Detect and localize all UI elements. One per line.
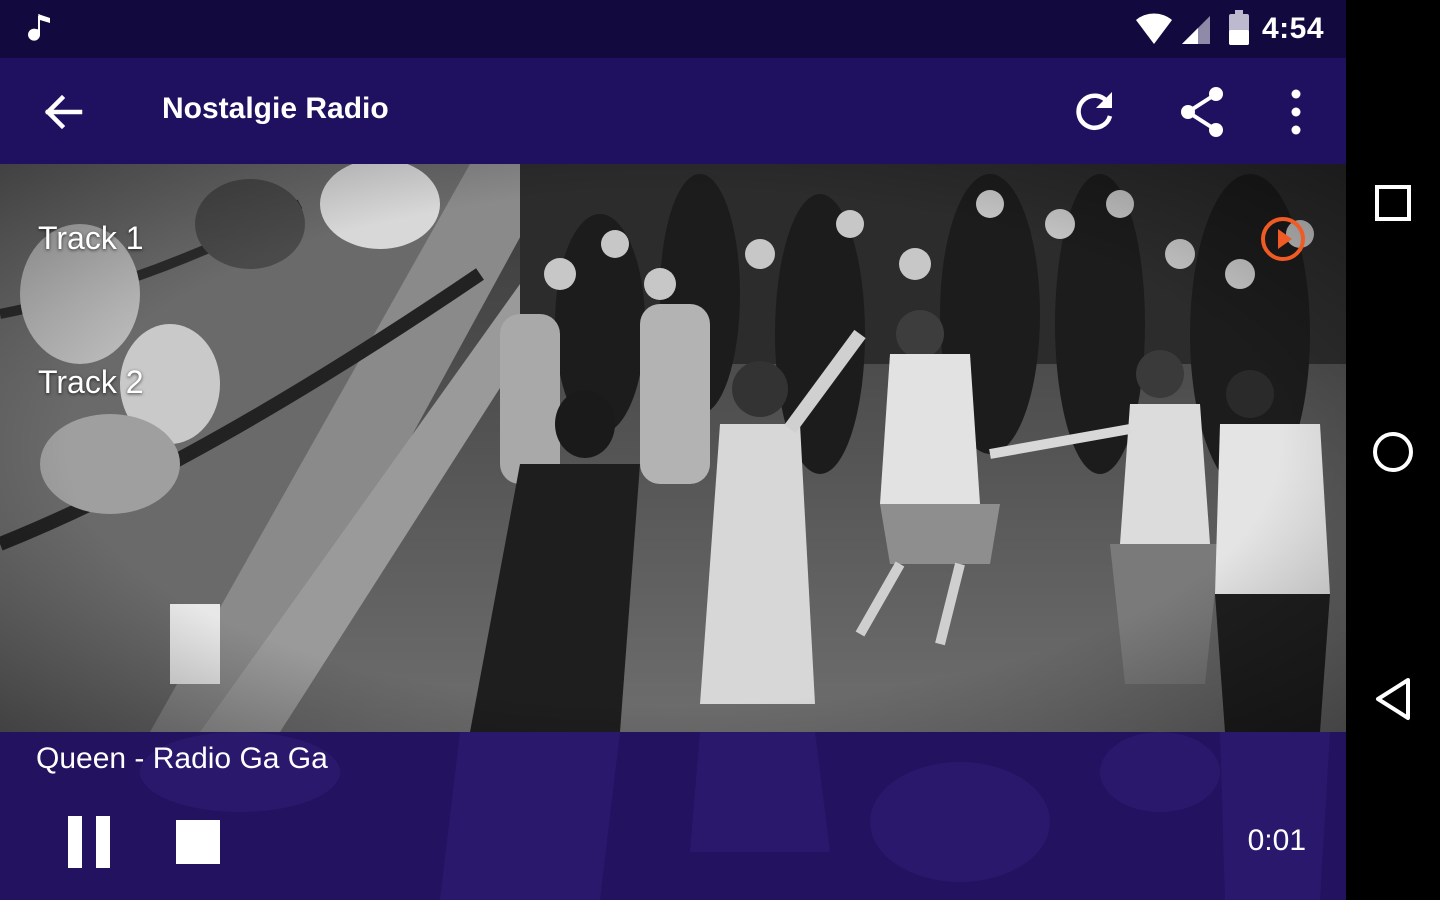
share-icon[interactable] — [1176, 84, 1228, 140]
status-clock: 4:54 — [1262, 12, 1325, 45]
home-icon[interactable] — [1371, 430, 1415, 474]
elapsed-time: 0:01 — [1247, 824, 1306, 857]
app-toolbar: Nostalgie Radio — [0, 58, 1346, 164]
battery-icon — [1229, 10, 1249, 45]
overflow-menu-icon[interactable] — [1278, 86, 1314, 138]
status-bar: 4:54 — [0, 0, 1346, 58]
page-title: Nostalgie Radio — [162, 92, 389, 125]
refresh-icon[interactable] — [1068, 86, 1120, 138]
stop-icon[interactable] — [174, 818, 222, 866]
app-screen: 4:54 Nostalgie Radio Track 1 Track 2 Que… — [0, 0, 1346, 900]
player-panel: Queen - Radio Ga Ga 0:01 — [0, 732, 1346, 900]
play-circle-icon[interactable] — [1258, 214, 1308, 264]
wifi-icon — [1136, 13, 1172, 45]
track-item[interactable]: Track 1 — [38, 220, 144, 257]
recents-icon[interactable] — [1374, 184, 1412, 222]
music-note-icon — [28, 14, 50, 41]
back-icon[interactable] — [1372, 676, 1414, 722]
back-arrow-icon[interactable] — [38, 88, 86, 136]
system-nav-bar — [1346, 0, 1440, 900]
station-artwork: Track 1 Track 2 — [0, 164, 1346, 732]
now-playing-title: Queen - Radio Ga Ga — [36, 742, 328, 775]
cell-signal-icon — [1182, 16, 1210, 44]
dance-hall-photo — [0, 164, 1346, 732]
track-item[interactable]: Track 2 — [38, 364, 144, 401]
pause-icon[interactable] — [64, 814, 116, 870]
